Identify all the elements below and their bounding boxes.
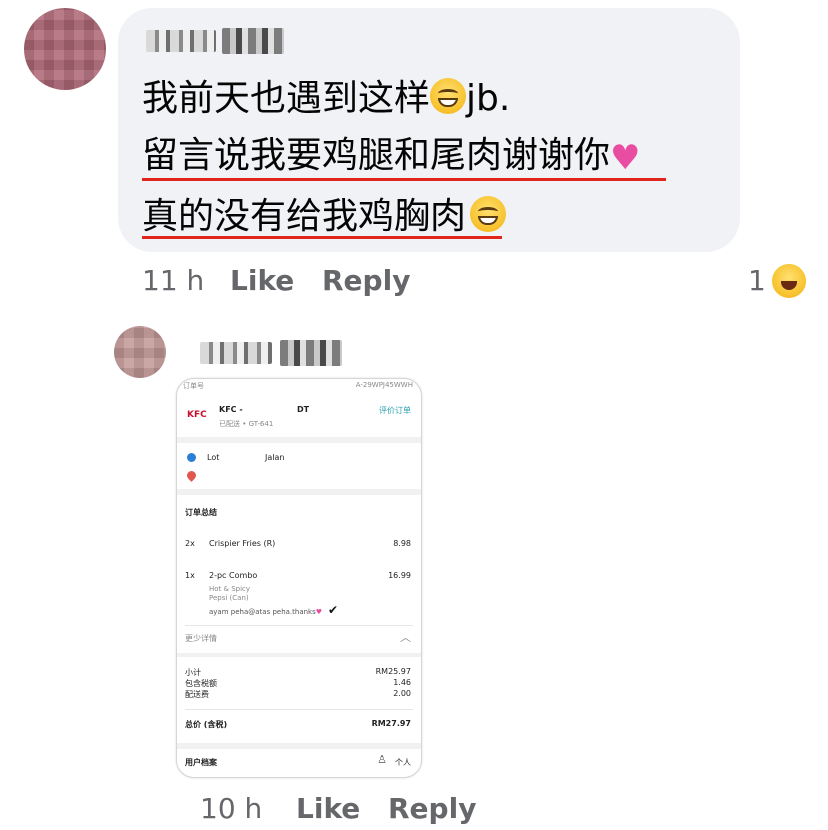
comment-timestamp[interactable]: 11 h	[142, 264, 204, 297]
delivery-fee-label: 配送费	[185, 690, 209, 699]
profile-label: 用户档案	[185, 758, 217, 767]
commenter-name-blurred[interactable]	[146, 30, 216, 52]
red-underline-2	[142, 236, 502, 239]
comment-line-2: 留言说我要鸡腿和尾肉谢谢你♥	[142, 135, 641, 178]
delivery-fee-value: 2.00	[393, 689, 411, 698]
item-2-note: ayam peha@atas peha.thanks	[209, 608, 316, 616]
comment-text-2: 留言说我要鸡腿和尾肉谢谢你	[142, 135, 611, 176]
person-icon: ♙	[377, 753, 387, 766]
item-2-detail-3: ayam peha@atas peha.thanks♥ ✔	[209, 603, 338, 617]
heart-emoji-icon: ♥	[610, 138, 641, 178]
address-street: Jalan	[265, 453, 285, 462]
item-2-price: 16.99	[388, 571, 411, 580]
item-1-name: Crispier Fries (R)	[209, 539, 276, 548]
attached-screenshot[interactable]: 订单号 A-29WPJ45WWH KFC KFC - DT 评价订单 已配送 •…	[176, 378, 422, 778]
grin-emoji-icon-2	[470, 196, 507, 232]
delivery-pin-icon	[185, 469, 198, 482]
item-2-detail-2: Pepsi (Can)	[209, 594, 249, 602]
reply-name-blurred[interactable]	[200, 342, 272, 364]
address-prefix: Lot	[207, 453, 220, 462]
less-details-toggle[interactable]: 更少详情	[185, 633, 217, 644]
divider-line	[185, 625, 413, 626]
reply-reply-button[interactable]: Reply	[388, 792, 476, 825]
divider-line-2	[185, 709, 413, 710]
section-divider-3	[177, 653, 421, 657]
order-number-label: 订单号	[183, 382, 204, 390]
reply-name-blurred-2[interactable]	[280, 340, 342, 366]
comment-text-1b: jb.	[466, 78, 511, 119]
reaction-count[interactable]: 1	[748, 264, 766, 297]
reply-avatar[interactable]	[114, 326, 166, 378]
delivery-status: 已配送 • GT-641	[219, 420, 274, 428]
item-2-name: 2-pc Combo	[209, 571, 258, 580]
subtotal-value: RM25.97	[375, 667, 411, 676]
chevron-up-icon[interactable]: ︿	[400, 629, 411, 645]
tax-label: 包含税额	[185, 679, 217, 688]
red-underline-1	[142, 178, 666, 181]
personal-label: 个人	[395, 758, 411, 767]
item-1-qty: 2x	[185, 539, 195, 548]
item-2-qty: 1x	[185, 571, 195, 580]
comment-reply-button[interactable]: Reply	[322, 264, 410, 297]
summary-title: 订单总结	[185, 508, 217, 517]
total-label: 总价 (含税)	[185, 720, 228, 729]
section-divider-4	[177, 743, 421, 749]
heart-note-icon: ♥	[315, 608, 323, 616]
kfc-logo-icon: KFC	[187, 410, 207, 420]
comment-text-1: 我前天也遇到这样	[142, 78, 431, 119]
order-number-value: A-29WPJ45WWH	[355, 381, 413, 389]
store-name: KFC -	[219, 405, 243, 414]
checkmark-icon: ✔	[328, 603, 339, 617]
reply-timestamp[interactable]: 10 h	[200, 792, 262, 825]
comment-line-3: 真的没有给我鸡胸肉	[142, 196, 507, 237]
haha-icon[interactable]	[770, 262, 808, 300]
item-1-price: 8.98	[393, 539, 411, 548]
commenter-name-blurred-2[interactable]	[222, 28, 284, 54]
store-code: DT	[297, 405, 310, 414]
rate-order-link[interactable]: 评价订单	[379, 405, 411, 416]
section-divider-2	[177, 489, 421, 495]
comment-line-1: 我前天也遇到这样 jb.	[142, 78, 510, 117]
total-value: RM27.97	[371, 719, 411, 728]
section-divider	[177, 437, 421, 443]
comment-text-3: 真的没有给我鸡胸肉	[142, 196, 467, 237]
grin-emoji-icon	[430, 78, 467, 114]
comment-like-button[interactable]: Like	[230, 264, 294, 297]
tax-value: 1.46	[393, 678, 411, 687]
subtotal-label: 小计	[185, 668, 201, 677]
reply-like-button[interactable]: Like	[296, 792, 360, 825]
store-location-icon	[187, 453, 196, 462]
commenter-avatar[interactable]	[24, 8, 106, 90]
item-2-detail-1: Hot & Spicy	[209, 585, 251, 593]
